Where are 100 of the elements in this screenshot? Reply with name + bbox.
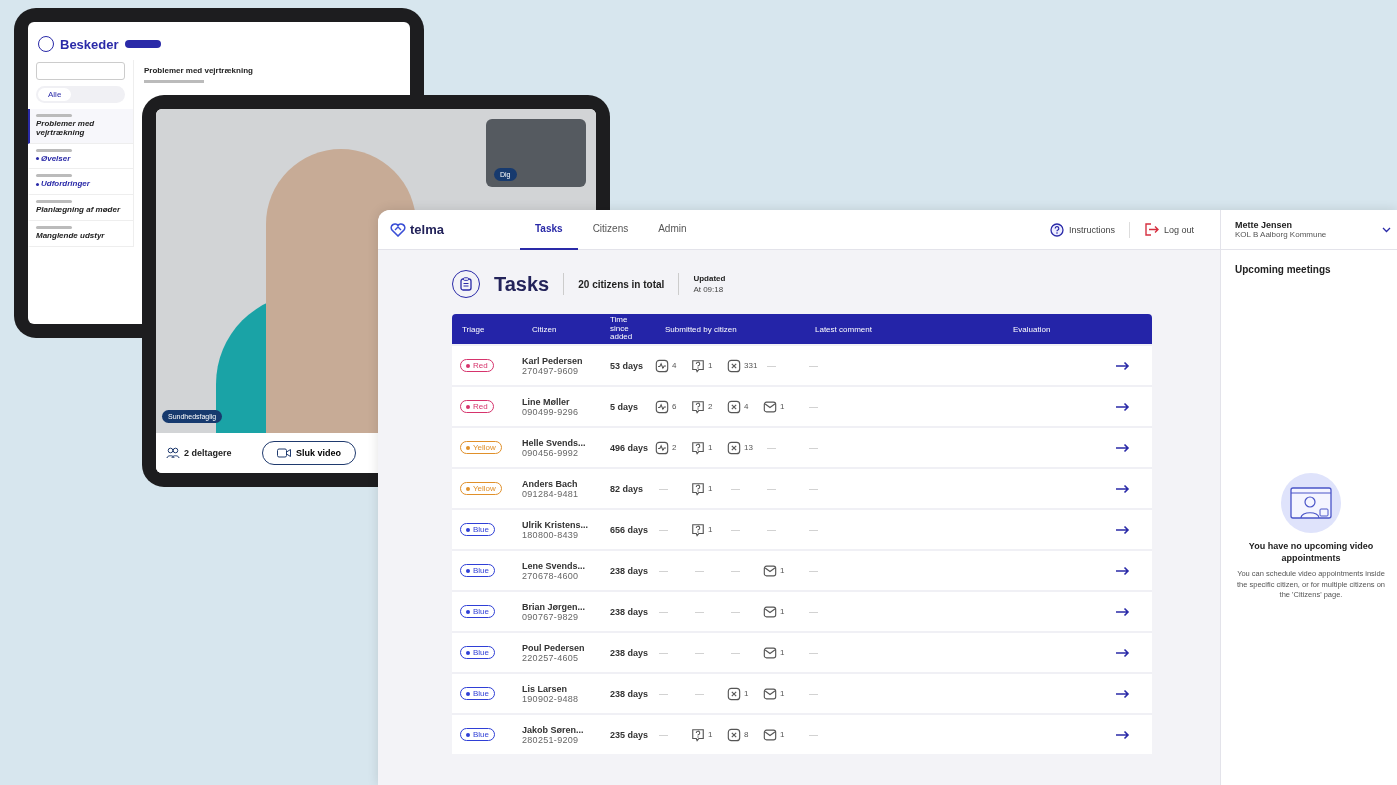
video-call-illustration-icon bbox=[1281, 473, 1341, 533]
thread-item[interactable]: Planlægning af møder bbox=[28, 195, 133, 221]
brand-name: telma bbox=[410, 222, 444, 237]
x-square-icon bbox=[727, 399, 741, 414]
count: 1 bbox=[780, 607, 785, 616]
column-header: Time since added bbox=[609, 316, 634, 342]
nav-tab[interactable]: Tasks bbox=[520, 210, 578, 250]
empty-dash: — bbox=[730, 483, 740, 494]
count: 1 bbox=[780, 566, 785, 575]
panel-title: Upcoming meetings bbox=[1235, 264, 1332, 275]
count: 331 bbox=[744, 361, 758, 370]
citizen-cpr: 220257-4605 bbox=[522, 652, 580, 663]
column-header: Submitted by citizen bbox=[664, 324, 738, 334]
empty-state-title: You have no upcoming video appointments bbox=[1247, 541, 1375, 565]
empty-dash: — bbox=[730, 524, 740, 535]
triage-tag: Blue bbox=[460, 564, 495, 577]
envelope-icon bbox=[763, 645, 777, 660]
column-header: Citizen bbox=[531, 324, 558, 334]
thread-item[interactable]: Manglende udstyr bbox=[28, 221, 133, 247]
status-badge bbox=[124, 40, 161, 48]
count: 8 bbox=[744, 730, 749, 739]
messages-title: Beskeder bbox=[60, 36, 119, 52]
thread-item[interactable]: Problemer med vejrtrækning bbox=[28, 109, 133, 144]
x-square-icon bbox=[727, 727, 741, 742]
column-header: Latest comment bbox=[814, 324, 873, 334]
filter-tab[interactable]: Alle bbox=[38, 88, 72, 101]
latest-comment: — bbox=[808, 360, 818, 371]
time-since-added: 235 days bbox=[609, 729, 650, 740]
citizen-name: Anders Bach bbox=[522, 478, 579, 489]
latest-comment: — bbox=[808, 565, 818, 576]
citizen-name: Poul Pedersen bbox=[522, 642, 586, 653]
pulse-icon bbox=[655, 358, 669, 373]
latest-comment: — bbox=[808, 483, 818, 494]
nav-tab[interactable]: Admin bbox=[643, 210, 702, 250]
table-row[interactable]: Red Karl Pedersen 270497-9609 53 days 4 1 331 — — bbox=[452, 344, 1152, 385]
table-row[interactable]: Yellow Anders Bach 091284-9481 82 days — 1 — — — bbox=[452, 467, 1152, 508]
table-row[interactable]: Blue Lene Svends... 270678-4600 238 days — — — 1 — bbox=[452, 549, 1152, 590]
instructions-link[interactable]: Instructions bbox=[1035, 222, 1129, 237]
citizen-cpr: 090767-9829 bbox=[522, 611, 579, 622]
citizen-name: Lene Svends... bbox=[522, 560, 587, 571]
count: 1 bbox=[780, 648, 785, 657]
logout-link[interactable]: Log out bbox=[1129, 223, 1208, 236]
x-square-icon bbox=[727, 358, 741, 373]
column-header: Evaluation bbox=[1012, 324, 1052, 334]
time-since-added: 238 days bbox=[609, 606, 650, 617]
search-field[interactable] bbox=[36, 62, 125, 80]
empty-dash: — bbox=[658, 647, 668, 658]
latest-comment: — bbox=[808, 606, 818, 617]
count: 1 bbox=[744, 689, 749, 698]
latest-comment: — bbox=[808, 729, 818, 740]
time-since-added: 656 days bbox=[609, 524, 650, 535]
pulse-icon bbox=[655, 440, 669, 455]
participants-count: 2 deltagere bbox=[184, 448, 232, 458]
table-row[interactable]: Blue Lis Larsen 190902-9488 238 days — — 1 1 — bbox=[452, 672, 1152, 713]
count: 2 bbox=[672, 443, 677, 452]
table-row[interactable]: Blue Ulrik Kristens... 180800-8439 656 days — 1 — — — bbox=[452, 508, 1152, 549]
time-since-added: 53 days bbox=[609, 360, 645, 371]
count: 6 bbox=[672, 402, 677, 411]
citizen-name: Jakob Søren... bbox=[522, 724, 585, 735]
table-row[interactable]: Yellow Helle Svends... 090456-9992 496 days 2 1 13 — — bbox=[452, 426, 1152, 467]
empty-dash: — bbox=[766, 360, 776, 371]
question-icon bbox=[691, 399, 705, 414]
citizen-name: Karl Pedersen bbox=[522, 355, 584, 366]
table-row[interactable]: Red Line Møller 090499-9296 5 days 6 2 4 1 — bbox=[452, 385, 1152, 426]
citizen-name: Brian Jørgen... bbox=[522, 601, 586, 612]
time-since-added: 238 days bbox=[609, 565, 650, 576]
latest-comment: — bbox=[808, 688, 818, 699]
triage-tag: Blue bbox=[460, 646, 495, 659]
citizen-name: Lis Larsen bbox=[522, 683, 569, 694]
chevron-down-icon bbox=[1382, 226, 1391, 233]
citizen-cpr: 280251-9209 bbox=[522, 734, 580, 745]
count: 4 bbox=[672, 361, 677, 370]
empty-dash: — bbox=[766, 483, 776, 494]
thread-item[interactable]: Øvelser bbox=[28, 143, 133, 170]
question-icon bbox=[691, 440, 705, 455]
triage-tag: Blue bbox=[460, 605, 495, 618]
video-off-button[interactable]: Sluk video bbox=[262, 441, 356, 465]
triage-tag: Blue bbox=[460, 687, 495, 700]
time-since-added: 238 days bbox=[609, 688, 650, 699]
logout-icon bbox=[1143, 223, 1159, 236]
table-row[interactable]: Blue Jakob Søren... 280251-9209 235 days — 1 8 1 — bbox=[452, 713, 1152, 754]
user-menu[interactable]: Mette Jensen KOL B Aalborg Kommune bbox=[1220, 210, 1397, 250]
citizen-name: Ulrik Kristens... bbox=[522, 519, 590, 530]
empty-dash: — bbox=[730, 647, 740, 658]
latest-comment: — bbox=[808, 401, 818, 412]
pulse-icon bbox=[655, 399, 669, 414]
count: 1 bbox=[708, 730, 713, 739]
table-row[interactable]: Blue Brian Jørgen... 090767-9829 238 days — — — 1 — bbox=[452, 590, 1152, 631]
empty-dash: — bbox=[658, 688, 668, 699]
video-camera-icon bbox=[277, 448, 291, 458]
count: 4 bbox=[744, 402, 749, 411]
x-square-icon bbox=[727, 686, 741, 701]
empty-dash: — bbox=[694, 647, 704, 658]
citizen-name: Line Møller bbox=[522, 396, 571, 407]
nav-tab[interactable]: Citizens bbox=[577, 210, 644, 250]
thread-item[interactable]: Udfordringer bbox=[28, 169, 133, 196]
conversation-title: Problemer med vejrtrækning bbox=[144, 66, 254, 75]
question-icon bbox=[691, 727, 705, 742]
page-title: Tasks bbox=[494, 272, 550, 296]
table-row[interactable]: Blue Poul Pedersen 220257-4605 238 days — — — 1 — bbox=[452, 631, 1152, 672]
